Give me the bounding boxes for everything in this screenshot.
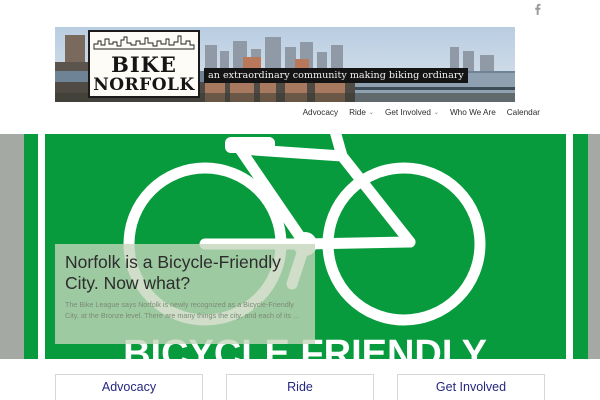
header-banner[interactable]: BIKE NORFOLK an extraordinary community … <box>55 27 515 102</box>
logo-title: BIKE <box>111 52 177 77</box>
nav-item-label: Who We Are <box>449 108 496 117</box>
nav-item-get-involved[interactable]: Get Involved ⌄ <box>385 108 439 117</box>
card-ride[interactable]: Ride <box>226 374 374 400</box>
nav-item-label: Get Involved <box>384 108 431 117</box>
nav-item-ride[interactable]: Ride ⌄ <box>349 108 374 117</box>
nav-item-label: Calendar <box>506 108 540 117</box>
card-label: Advocacy <box>101 380 157 394</box>
nav-item-calendar[interactable]: Calendar <box>507 108 540 117</box>
logo-subtitle: NORFOLK <box>93 75 195 95</box>
facebook-icon[interactable] <box>532 3 544 15</box>
card-label: Ride <box>287 380 313 394</box>
card-get-involved[interactable]: Get Involved <box>397 374 545 400</box>
nav-item-advocacy[interactable]: Advocacy <box>303 108 339 117</box>
main-nav: Advocacy Ride ⌄ Get Involved ⌄ Who We Ar… <box>292 108 540 117</box>
caption-title[interactable]: Norfolk is a Bicycle-Friendly City. Now … <box>65 252 305 294</box>
chevron-down-icon: ⌄ <box>433 110 439 116</box>
skyline-icon <box>93 35 195 50</box>
nav-item-who-we-are[interactable]: Who We Are <box>450 108 496 117</box>
nav-item-label: Advocacy <box>302 108 339 117</box>
tagline: an extraordinary community making biking… <box>204 68 468 83</box>
hero-caption[interactable]: Norfolk is a Bicycle-Friendly City. Now … <box>55 244 315 344</box>
nav-item-label: Ride <box>349 108 366 117</box>
bike-norfolk-logo[interactable]: BIKE NORFOLK <box>88 30 200 98</box>
card-label: Get Involved <box>435 380 507 394</box>
caption-excerpt: The Bike League says Norfolk is newly re… <box>65 300 300 320</box>
chevron-down-icon: ⌄ <box>368 110 374 116</box>
feature-cards: Advocacy Ride Get Involved <box>0 374 600 400</box>
card-advocacy[interactable]: Advocacy <box>55 374 203 400</box>
